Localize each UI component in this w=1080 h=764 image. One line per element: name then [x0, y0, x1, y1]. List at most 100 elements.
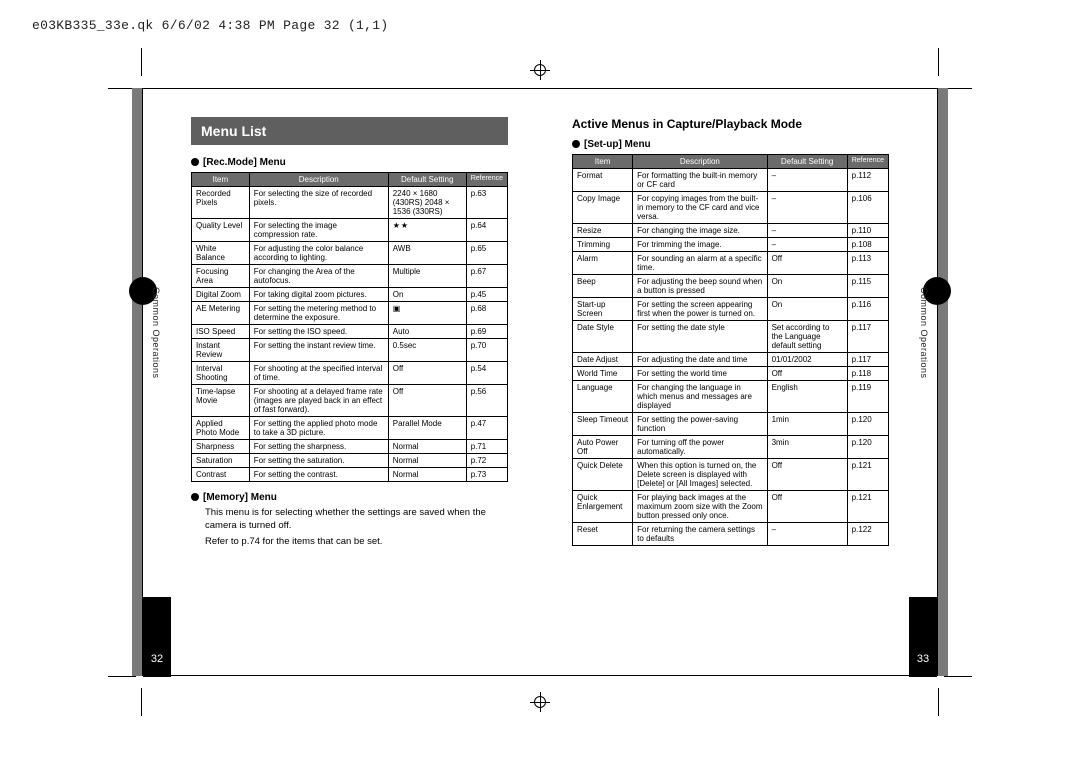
cell-ref: p.110	[847, 224, 888, 238]
table-row: AlarmFor sounding an alarm at a specific…	[573, 252, 889, 275]
crop-mark	[141, 688, 142, 716]
cell-item: Contrast	[192, 468, 250, 482]
table-row: TrimmingFor trimming the image.–p.108	[573, 238, 889, 252]
cell-ref: p.70	[466, 339, 507, 362]
cell-ref: p.72	[466, 454, 507, 468]
cell-default: 3min	[767, 436, 847, 459]
table-row: BeepFor adjusting the beep sound when a …	[573, 275, 889, 298]
table-row: Sleep TimeoutFor setting the power-savin…	[573, 413, 889, 436]
table-row: SaturationFor setting the saturation.Nor…	[192, 454, 508, 468]
cell-desc: For taking digital zoom pictures.	[249, 288, 388, 302]
table-row: Interval ShootingFor shooting at the spe…	[192, 362, 508, 385]
cell-desc: For shooting at a delayed frame rate (im…	[249, 385, 388, 417]
cell-default: ▣	[388, 302, 466, 325]
cell-ref: p.115	[847, 275, 888, 298]
cell-ref: p.121	[847, 459, 888, 491]
file-header: e03KB335_33e.qk 6/6/02 4:38 PM Page 32 (…	[32, 18, 388, 33]
cell-desc: For setting the contrast.	[249, 468, 388, 482]
cell-ref: p.119	[847, 381, 888, 413]
cell-item: Format	[573, 169, 633, 192]
crop-mark	[944, 676, 972, 677]
cell-ref: p.106	[847, 192, 888, 224]
cell-ref: p.116	[847, 298, 888, 321]
col-default: Default Setting	[388, 173, 466, 187]
cell-ref: p.120	[847, 436, 888, 459]
cell-ref: p.69	[466, 325, 507, 339]
table-row: Quality LevelFor selecting the image com…	[192, 219, 508, 242]
cell-default: Parallel Mode	[388, 417, 466, 440]
cell-item: White Balance	[192, 242, 250, 265]
table-row: Start-up ScreenFor setting the screen ap…	[573, 298, 889, 321]
cell-desc: For changing the language in which menus…	[633, 381, 767, 413]
cell-default: Off	[767, 367, 847, 381]
cell-default: On	[767, 298, 847, 321]
cell-item: Instant Review	[192, 339, 250, 362]
cell-ref: p.47	[466, 417, 507, 440]
table-row: White BalanceFor adjusting the color bal…	[192, 242, 508, 265]
cell-default: Off	[767, 252, 847, 275]
cell-item: Date Adjust	[573, 353, 633, 367]
table-row: Auto Power OffFor turning off the power …	[573, 436, 889, 459]
cell-item: Time-lapse Movie	[192, 385, 250, 417]
cell-desc: For turning off the power automatically.	[633, 436, 767, 459]
cell-ref: p.122	[847, 523, 888, 546]
table-row: FormatFor formatting the built-in memory…	[573, 169, 889, 192]
cell-ref: p.65	[466, 242, 507, 265]
cell-desc: For setting the metering method to deter…	[249, 302, 388, 325]
col-item: Item	[573, 155, 633, 169]
cell-item: Language	[573, 381, 633, 413]
cell-default: –	[767, 238, 847, 252]
section-heading-recmode: [Rec.Mode] Menu	[191, 157, 508, 168]
memory-para-1: This menu is for selecting whether the s…	[191, 507, 508, 533]
cell-ref: p.73	[466, 468, 507, 482]
cell-default: AWB	[388, 242, 466, 265]
memory-para-2: Refer to p.74 for the items that can be …	[191, 536, 508, 549]
crop-mark	[938, 688, 939, 716]
cell-desc: For changing the image size.	[633, 224, 767, 238]
cell-ref: p.68	[466, 302, 507, 325]
cell-ref: p.71	[466, 440, 507, 454]
cell-ref: p.108	[847, 238, 888, 252]
cell-desc: When this option is turned on, the Delet…	[633, 459, 767, 491]
page-shadow	[938, 88, 948, 676]
cell-ref: p.117	[847, 353, 888, 367]
cell-desc: For changing the Area of the autofocus.	[249, 265, 388, 288]
col-default: Default Setting	[767, 155, 847, 169]
cell-desc: For selecting the size of recorded pixel…	[249, 187, 388, 219]
table-row: Date AdjustFor adjusting the date and ti…	[573, 353, 889, 367]
cell-item: ISO Speed	[192, 325, 250, 339]
table-row: SharpnessFor setting the sharpness.Norma…	[192, 440, 508, 454]
cell-desc: For adjusting the date and time	[633, 353, 767, 367]
cell-default: Off	[388, 362, 466, 385]
cell-item: Resize	[573, 224, 633, 238]
cell-item: Beep	[573, 275, 633, 298]
cell-default: ★★	[388, 219, 466, 242]
cell-item: Trimming	[573, 238, 633, 252]
cell-ref: p.118	[847, 367, 888, 381]
cell-item: Sharpness	[192, 440, 250, 454]
cell-desc: For setting the power-saving function	[633, 413, 767, 436]
cell-item: Interval Shooting	[192, 362, 250, 385]
col-ref: Reference	[847, 155, 888, 169]
crop-mark	[944, 88, 972, 89]
cell-ref: p.112	[847, 169, 888, 192]
cell-item: Reset	[573, 523, 633, 546]
cell-item: Recorded Pixels	[192, 187, 250, 219]
left-page: Menu List [Rec.Mode] Menu Item Descripti…	[143, 89, 540, 675]
table-row: LanguageFor changing the language in whi…	[573, 381, 889, 413]
document-canvas: e03KB335_33e.qk 6/6/02 4:38 PM Page 32 (…	[0, 0, 1080, 764]
cell-item: Date Style	[573, 321, 633, 353]
cell-desc: For setting the applied photo mode to ta…	[249, 417, 388, 440]
col-desc: Description	[633, 155, 767, 169]
cell-default: Set according to the Language default se…	[767, 321, 847, 353]
cell-desc: For adjusting the color balance accordin…	[249, 242, 388, 265]
rec-mode-table: Item Description Default Setting Referen…	[191, 172, 508, 482]
cell-default: On	[388, 288, 466, 302]
cell-default: 01/01/2002	[767, 353, 847, 367]
table-row: AE MeteringFor setting the metering meth…	[192, 302, 508, 325]
cell-ref: p.121	[847, 491, 888, 523]
heading-text: [Rec.Mode] Menu	[203, 157, 286, 168]
cell-item: Saturation	[192, 454, 250, 468]
table-row: ContrastFor setting the contrast.Normalp…	[192, 468, 508, 482]
cell-default: Normal	[388, 468, 466, 482]
